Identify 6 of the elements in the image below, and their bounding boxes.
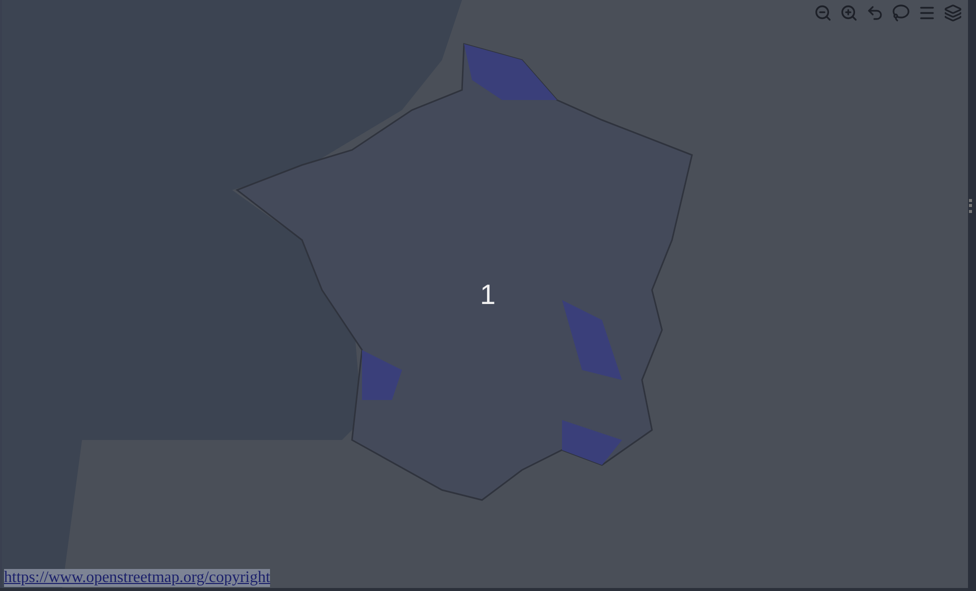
map-background[interactable]: 1 https://www.openstreetmap.org/copyright (0, 0, 968, 588)
drag-handle[interactable] (969, 198, 975, 212)
lasso-icon[interactable] (890, 2, 912, 24)
copyright-link[interactable]: https://www.openstreetmap.org/copyright (4, 569, 270, 587)
cluster-label: 1 (480, 279, 496, 311)
layers-icon[interactable] (942, 2, 964, 24)
